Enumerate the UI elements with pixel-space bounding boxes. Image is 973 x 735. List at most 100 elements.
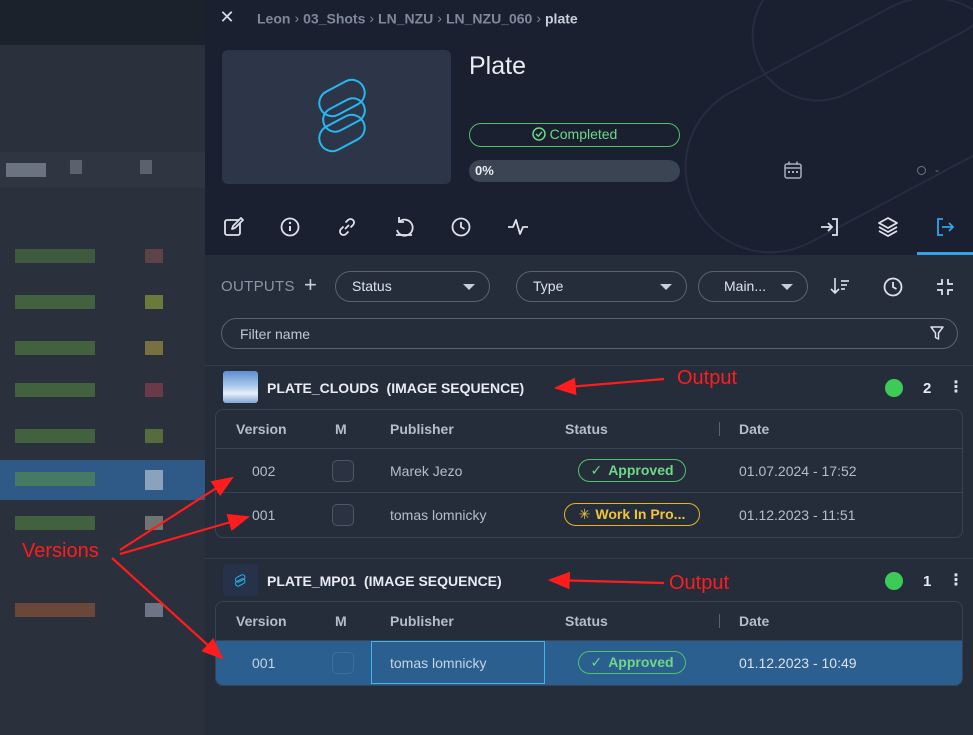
column-header[interactable]: Date [739, 613, 769, 629]
app-logo-icon [235, 574, 246, 587]
table-row[interactable]: 002 Marek Jezo ✓ Approved 01.07.2024 - 17… [216, 449, 962, 493]
output-group-header[interactable]: PLATE_CLOUDS (IMAGE SEQUENCE) 2 ⋮ [205, 368, 973, 408]
versions-table: Version M Publisher Status Date 001 toma… [215, 601, 963, 686]
layers-icon[interactable] [875, 214, 901, 240]
output-name: PLATE_MP01 (IMAGE SEQUENCE) [267, 573, 502, 589]
sort-icon[interactable] [829, 276, 851, 296]
breadcrumb: Leon › 03_Shots › LN_NZU › LN_NZU_060 › plate [257, 10, 578, 27]
add-output-button[interactable]: + [304, 274, 317, 296]
entity-toolbar [205, 200, 973, 255]
main-checkbox[interactable] [332, 504, 354, 526]
annotation-output-label: Output [669, 572, 730, 594]
version-number: 002 [252, 463, 276, 479]
entity-status-badge[interactable]: Completed [469, 123, 680, 147]
column-header[interactable]: Status [565, 421, 608, 437]
priority-indicator[interactable] [917, 166, 926, 175]
main-filter-dropdown[interactable]: Main... [698, 271, 808, 302]
breadcrumb-item[interactable]: LN_NZU_060 [446, 10, 532, 26]
breadcrumb-current: plate [545, 10, 578, 27]
entity-status-label: Completed [549, 126, 618, 142]
entity-header: ✕ Leon › 03_Shots › LN_NZU › LN_NZU_060 › plate … [205, 0, 973, 255]
version-status-badge[interactable]: ✳ Work In Pro... [564, 503, 700, 526]
active-tab-indicator [917, 252, 973, 255]
main-checkbox[interactable] [332, 652, 354, 674]
version-status-badge[interactable]: ✓ Approved [578, 459, 686, 482]
column-header[interactable]: Publisher [390, 421, 454, 437]
inputs-icon[interactable] [817, 214, 843, 240]
entity-title: Plate [469, 52, 526, 80]
status-filter-label: Status [352, 278, 392, 294]
outputs-icon[interactable] [932, 214, 958, 240]
chevron-down-icon [781, 284, 793, 290]
breadcrumb-item[interactable]: LN_NZU [378, 10, 433, 26]
publisher-name: Marek Jezo [390, 463, 463, 479]
clock-icon[interactable] [882, 276, 904, 298]
table-header: Version M Publisher Status Date [216, 410, 962, 449]
status-filter-dropdown[interactable]: Status [335, 271, 490, 302]
version-date: 01.12.2023 - 10:49 [739, 655, 857, 671]
column-header[interactable]: Version [236, 421, 287, 437]
check-icon: ✓ [590, 654, 603, 670]
close-button[interactable]: ✕ [217, 7, 237, 27]
chevron-down-icon [660, 284, 672, 290]
spinner-icon: ✳ [578, 506, 591, 522]
more-options-icon[interactable]: ⋮ [948, 380, 964, 396]
output-version-count: 2 [923, 380, 932, 397]
breadcrumb-item[interactable]: 03_Shots [303, 10, 365, 26]
restore-icon[interactable] [391, 214, 417, 240]
version-number: 001 [252, 655, 276, 671]
check-icon: ✓ [590, 462, 603, 478]
progress-label: 0% [475, 163, 494, 178]
check-circle-icon [531, 127, 546, 141]
main-checkbox[interactable] [332, 460, 354, 482]
version-number: 001 [252, 507, 276, 523]
output-status-dot [885, 572, 903, 590]
outputs-title: OUTPUTS [221, 278, 295, 295]
activity-icon[interactable] [505, 214, 531, 240]
date-placeholder: - [935, 163, 939, 177]
version-status-badge[interactable]: ✓ Approved [578, 651, 686, 674]
publisher-name: tomas lomnicky [390, 655, 487, 671]
column-header[interactable]: M [335, 421, 347, 437]
type-filter-dropdown[interactable]: Type [516, 271, 687, 302]
background-list [0, 0, 205, 735]
annotation-output-label: Output [677, 367, 738, 389]
versions-table: Version M Publisher Status Date 002 Mare… [215, 409, 963, 538]
entity-thumbnail[interactable] [222, 50, 451, 184]
main-filter-label: Main... [724, 278, 767, 294]
app-logo-icon [318, 78, 366, 153]
app-root: ✕ Leon › 03_Shots › LN_NZU › LN_NZU_060 › plate … [0, 0, 973, 735]
column-header[interactable]: Date [739, 421, 769, 437]
column-header[interactable]: Status [565, 613, 608, 629]
chevron-down-icon [463, 284, 475, 290]
link-icon[interactable] [334, 214, 360, 240]
table-row[interactable]: 001 tomas lomnicky ✓ Approved 01.12.2023 … [216, 641, 962, 685]
output-thumbnail [223, 371, 258, 403]
version-date: 01.12.2023 - 11:51 [739, 507, 856, 523]
column-header[interactable]: Version [236, 613, 287, 629]
output-thumbnail [223, 564, 258, 596]
output-version-count: 1 [923, 573, 932, 590]
output-group-header[interactable]: PLATE_MP01 (IMAGE SEQUENCE) 1 ⋮ [205, 561, 973, 601]
breadcrumb-item[interactable]: Leon [257, 10, 290, 26]
info-icon[interactable] [277, 214, 303, 240]
calendar-icon[interactable] [783, 160, 803, 180]
type-filter-label: Type [533, 278, 564, 294]
table-header: Version M Publisher Status Date [216, 602, 962, 641]
output-status-dot [885, 379, 903, 397]
output-name: PLATE_CLOUDS (IMAGE SEQUENCE) [267, 380, 525, 396]
version-date: 01.07.2024 - 17:52 [739, 463, 857, 479]
more-options-icon[interactable]: ⋮ [948, 573, 964, 589]
progress-bar: 0% [469, 160, 680, 182]
detail-panel: ✕ Leon › 03_Shots › LN_NZU › LN_NZU_060 › plate … [205, 0, 973, 735]
annotation-versions-label: Versions [22, 540, 99, 562]
table-row[interactable]: 001 tomas lomnicky ✳ Work In Pro... 01.12… [216, 493, 962, 537]
publisher-name: tomas lomnicky [390, 507, 487, 523]
filter-name-input[interactable] [221, 318, 958, 349]
funnel-icon[interactable] [929, 325, 945, 341]
column-header[interactable]: M [335, 613, 347, 629]
column-header[interactable]: Publisher [390, 613, 454, 629]
edit-icon[interactable] [221, 214, 247, 240]
history-clock-icon[interactable] [448, 214, 474, 240]
collapse-icon[interactable] [934, 276, 956, 298]
